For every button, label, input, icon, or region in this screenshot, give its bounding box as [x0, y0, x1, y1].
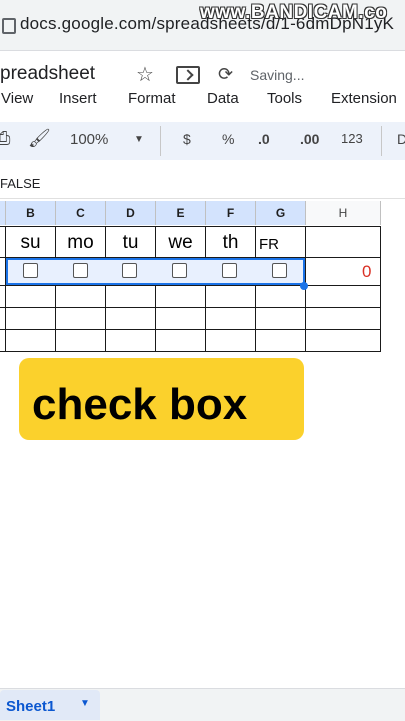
- more-formats-button[interactable]: 123: [341, 131, 363, 146]
- column-header-d[interactable]: D: [106, 201, 156, 225]
- formula-value[interactable]: FALSE: [0, 176, 40, 191]
- caption-text: check box: [32, 380, 248, 429]
- grid-line: [0, 351, 381, 352]
- grid-line: [380, 226, 381, 352]
- font-select[interactable]: D: [397, 131, 405, 147]
- formula-bar[interactable]: FALSE: [0, 170, 405, 199]
- document-title[interactable]: preadsheet: [0, 63, 95, 85]
- cell-day-th[interactable]: th: [206, 232, 255, 254]
- menu-tools[interactable]: Tools: [267, 90, 302, 107]
- column-header-c[interactable]: C: [56, 201, 106, 225]
- cell-day-we[interactable]: we: [156, 232, 205, 254]
- column-header-h[interactable]: H: [306, 201, 381, 225]
- column-header-e[interactable]: E: [156, 201, 206, 225]
- column-header-b[interactable]: B: [6, 201, 56, 225]
- toolbar: ⎙ 🖌 100% ▼ $ % .0 .00 123 D: [0, 122, 405, 160]
- paint-format-icon[interactable]: 🖌: [28, 128, 51, 149]
- checkbox-mo[interactable]: [73, 263, 88, 278]
- checkbox-we[interactable]: [172, 263, 187, 278]
- toolbar-divider: [381, 126, 382, 156]
- chevron-down-icon[interactable]: ▼: [80, 698, 90, 709]
- menu-extensions[interactable]: Extension: [331, 90, 397, 107]
- menu-insert[interactable]: Insert: [59, 90, 97, 107]
- menu-view[interactable]: View: [1, 90, 33, 107]
- toolbar-divider: [160, 126, 161, 156]
- cell-count-value[interactable]: 0: [362, 262, 371, 282]
- print-icon[interactable]: ⎙: [0, 128, 10, 149]
- move-to-folder-icon[interactable]: [176, 66, 200, 84]
- increase-decimal-button[interactable]: .00: [300, 131, 319, 147]
- percent-format-button[interactable]: %: [222, 131, 234, 147]
- column-header-f[interactable]: F: [206, 201, 256, 225]
- menu-format[interactable]: Format: [128, 90, 176, 107]
- decrease-decimal-button[interactable]: .0: [258, 131, 270, 147]
- cell-day-mo[interactable]: mo: [56, 232, 105, 254]
- checkbox-tu[interactable]: [122, 263, 137, 278]
- recording-watermark: www.BANDICAM.co: [200, 2, 388, 23]
- currency-format-button[interactable]: $: [183, 131, 191, 147]
- column-header-g[interactable]: G: [256, 201, 306, 225]
- grid-line: [0, 329, 381, 330]
- zoom-select[interactable]: 100%: [70, 131, 108, 148]
- checkbox-su[interactable]: [23, 263, 38, 278]
- cell-day-fr[interactable]: FR: [256, 236, 308, 253]
- cell-day-tu[interactable]: tu: [106, 232, 155, 254]
- grid-line: [0, 307, 381, 308]
- selected-range[interactable]: [6, 258, 305, 285]
- grid-line: [0, 285, 381, 286]
- column-headers: B C D E F G H: [0, 201, 381, 226]
- browser-url-bar[interactable]: docs.google.com/spreadsheets/d/1-6dmDpN1…: [0, 0, 405, 51]
- sync-icon: ⟳: [218, 64, 234, 84]
- fill-handle[interactable]: [300, 282, 308, 290]
- sheet-tab-label[interactable]: Sheet1: [6, 698, 55, 715]
- cell-day-su[interactable]: su: [6, 232, 55, 254]
- save-status: Saving...: [250, 67, 305, 83]
- grid-line: [0, 226, 381, 227]
- chevron-down-icon[interactable]: ▼: [134, 134, 144, 145]
- checkbox-fr[interactable]: [272, 263, 287, 278]
- site-info-icon[interactable]: [2, 18, 16, 34]
- checkbox-th[interactable]: [222, 263, 237, 278]
- menu-data[interactable]: Data: [207, 90, 239, 107]
- star-icon[interactable]: ☆: [136, 62, 154, 87]
